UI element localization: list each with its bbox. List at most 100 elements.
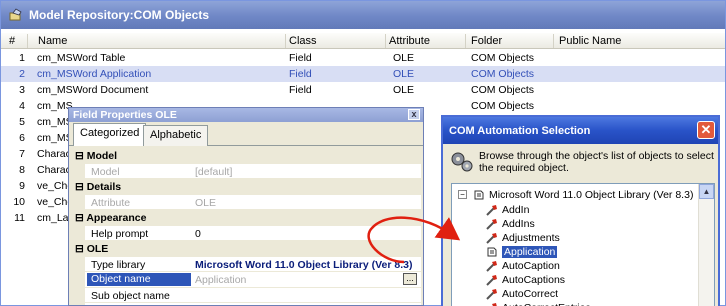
- tree-item-label: AutoCaption: [502, 259, 560, 272]
- tree-item[interactable]: AddIns: [486, 217, 535, 230]
- property-row[interactable]: Type library Microsoft Word 11.0 Object L…: [71, 256, 421, 272]
- tree-item[interactable]: AutoCorrect: [486, 287, 558, 300]
- table-row[interactable]: 1 cm_MSWord Table Field OLE COM Objects: [1, 50, 725, 66]
- tree-item[interactable]: Adjustments: [486, 231, 560, 244]
- row-class: Field: [289, 84, 312, 96]
- ellipsis-button[interactable]: ...: [403, 273, 417, 285]
- property-name: Sub object name: [91, 289, 170, 302]
- tree-item[interactable]: AutoCaptions: [486, 273, 565, 286]
- property-row[interactable]: Object name Application...: [71, 272, 421, 288]
- tree-item-label: Application: [502, 245, 558, 258]
- col-name-header[interactable]: Name: [38, 35, 67, 47]
- tree-item-label: AutoCaptions: [502, 273, 566, 286]
- property-name: ⊟ OLE: [75, 243, 109, 255]
- col-public-name-header[interactable]: Public Name: [559, 35, 621, 47]
- property-name: Help prompt: [91, 227, 149, 240]
- repository-icon: [9, 8, 22, 21]
- tab-alphabetic[interactable]: Alphabetic: [143, 125, 209, 146]
- field-properties-close-icon[interactable]: x: [408, 109, 420, 120]
- col-class-header[interactable]: Class: [289, 35, 317, 47]
- property-category[interactable]: ⊟ Appearance: [71, 210, 421, 226]
- grid-margin: [71, 272, 85, 287]
- scroll-up-icon[interactable]: ▲: [699, 184, 714, 199]
- collapse-icon[interactable]: −: [458, 190, 467, 199]
- row-class: Field: [289, 52, 312, 64]
- col-number-header[interactable]: #: [9, 35, 15, 47]
- tab-categorized[interactable]: Categorized: [73, 123, 147, 146]
- property-name: ⊟ Model: [75, 150, 118, 162]
- row-folder: COM Objects: [471, 68, 535, 80]
- property-grid: ⊟ Model Model [default] ⊟ Details Attribute O…: [71, 148, 421, 305]
- col-attribute-header[interactable]: Attribute: [389, 35, 430, 47]
- object-tool-icon: [486, 204, 497, 216]
- tree-scrollbar[interactable]: ▲: [698, 184, 714, 306]
- grid-margin: [71, 163, 85, 178]
- object-tool-icon: [492, 302, 497, 306]
- property-name: ⊟ Appearance: [75, 212, 147, 224]
- property-row[interactable]: Attribute OLE: [71, 194, 421, 210]
- property-name: ⊟ Details: [75, 181, 122, 193]
- row-class: Field: [289, 68, 312, 80]
- tree-item[interactable]: AddIn: [486, 203, 529, 216]
- library-icon: [487, 247, 497, 256]
- property-value[interactable]: [default]: [195, 166, 232, 178]
- grid-margin: [71, 194, 85, 209]
- com-title-bar: COM Automation Selection ✕: [443, 117, 718, 144]
- row-folder: COM Objects: [471, 52, 535, 64]
- property-row[interactable]: Help prompt 0: [71, 225, 421, 241]
- row-number: 8: [19, 164, 25, 176]
- object-tool-icon: [486, 218, 497, 230]
- property-name: Object name: [87, 273, 191, 286]
- row-attribute: OLE: [393, 68, 415, 80]
- tree-item-label: AutoCorrectEntries: [502, 302, 591, 306]
- row-number: 5: [19, 116, 25, 128]
- gears-icon: [451, 152, 473, 172]
- table-row[interactable]: 2 cm_MSWord Application Field OLE COM Object…: [1, 66, 725, 82]
- field-properties-tabs: Categorized Alphabetic: [69, 122, 423, 146]
- row-name: Charac: [37, 164, 71, 176]
- row-number: 10: [13, 196, 25, 208]
- property-value[interactable]: OLE: [195, 197, 216, 209]
- repository-title-bar: Model Repository:COM Objects: [1, 1, 725, 29]
- tree-item[interactable]: Application: [486, 245, 558, 258]
- row-folder: COM Objects: [471, 100, 535, 112]
- tree-item-label: AddIns: [502, 217, 535, 230]
- property-name: Attribute: [91, 196, 131, 209]
- table-row[interactable]: 3 cm_MSWord Document Field OLE COM Objects: [1, 82, 725, 98]
- row-number: 2: [19, 68, 25, 80]
- row-name: cm_Lai: [37, 212, 71, 224]
- row-folder: COM Objects: [471, 84, 535, 96]
- row-number: 1: [19, 52, 25, 64]
- property-name: Type library: [91, 258, 146, 271]
- repository-column-header: # Name Class Attribute Folder Public Nam…: [1, 33, 725, 49]
- property-category[interactable]: ⊟ OLE: [71, 241, 421, 257]
- col-folder-header[interactable]: Folder: [471, 35, 502, 47]
- tree-root-node[interactable]: − Microsoft Word 11.0 Object Library (Ver…: [458, 188, 693, 201]
- com-object-tree[interactable]: ▲ − Microsoft Word 11.0 Object Library (V…: [451, 183, 715, 306]
- property-value[interactable]: Microsoft Word 11.0 Object Library (Ver …: [195, 259, 412, 271]
- com-description: Browse through the object's list of obje…: [479, 150, 714, 174]
- object-tool-icon: [486, 274, 497, 286]
- tree-item-label: Adjustments: [502, 231, 560, 244]
- tree-item[interactable]: AutoCaption: [486, 259, 560, 272]
- property-category[interactable]: ⊟ Details: [71, 179, 421, 195]
- grid-margin: [71, 256, 85, 271]
- grid-margin: [71, 287, 85, 302]
- row-number: 11: [14, 212, 25, 224]
- property-value[interactable]: Application: [195, 274, 246, 286]
- object-tool-icon: [486, 260, 497, 272]
- com-close-icon[interactable]: ✕: [697, 121, 715, 139]
- row-number: 4: [19, 100, 25, 112]
- property-name: Model: [91, 165, 120, 178]
- row-attribute: OLE: [393, 84, 415, 96]
- property-row[interactable]: Sub object name: [71, 287, 421, 303]
- row-number: 6: [19, 132, 25, 144]
- row-number: 3: [19, 84, 25, 96]
- property-row[interactable]: Model [default]: [71, 163, 421, 179]
- property-category[interactable]: ⊟ Model: [71, 148, 421, 164]
- row-number: 9: [19, 180, 25, 192]
- property-value[interactable]: 0: [195, 228, 201, 240]
- field-properties-title: Field Properties OLE: [73, 109, 177, 121]
- tree-item[interactable]: AutoCorrectEntries: [486, 301, 591, 306]
- row-attribute: OLE: [393, 52, 415, 64]
